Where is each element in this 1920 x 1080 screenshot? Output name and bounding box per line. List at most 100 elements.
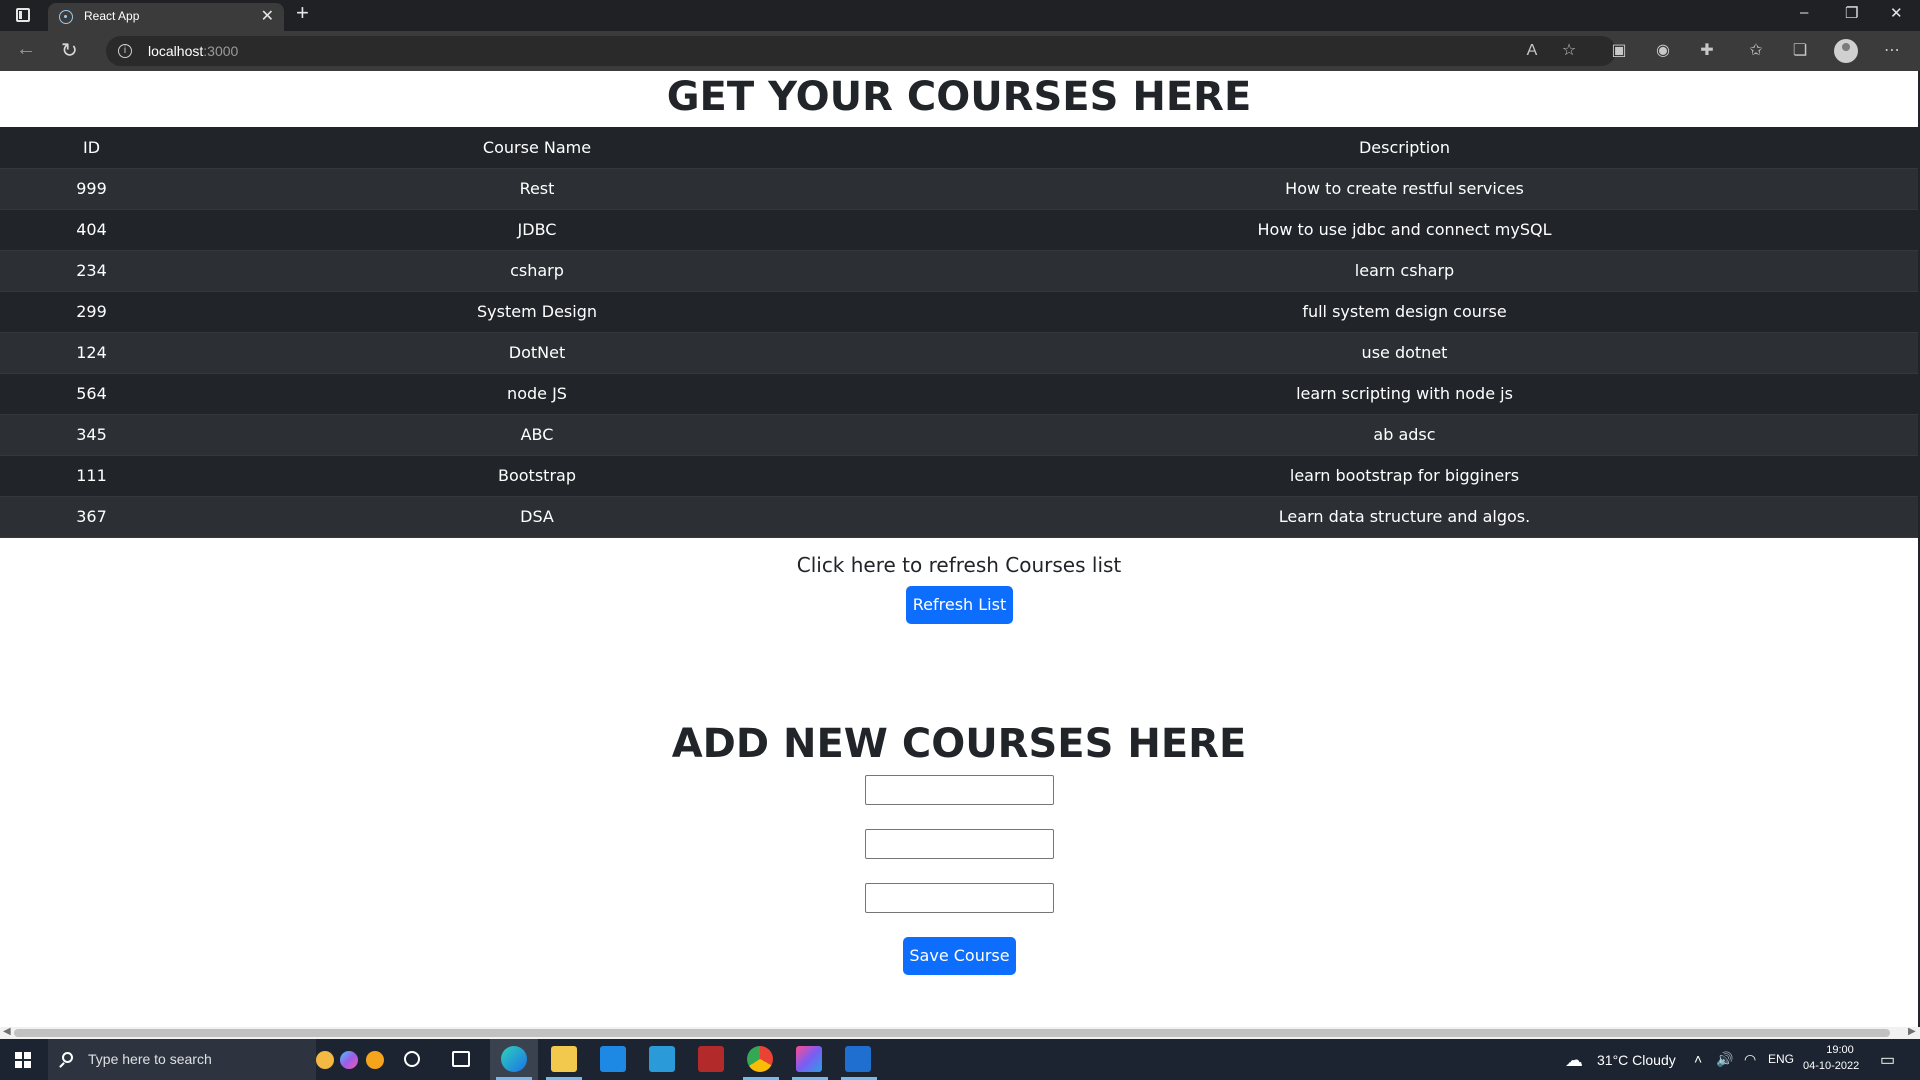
taskbar-search-box[interactable]: Type here to search <box>48 1039 316 1080</box>
search-highlight-globe-icon[interactable] <box>340 1051 358 1069</box>
cell-name: ABC <box>183 414 891 456</box>
cell-description: ab adsc <box>891 414 1918 456</box>
cell-name: csharp <box>183 250 891 292</box>
cell-id: 564 <box>0 373 183 415</box>
taskbar: Type here to search ☁ 31°C Cloudy ˄ 🔊 ◠ … <box>0 1039 1920 1080</box>
weather-text[interactable]: 31°C Cloudy <box>1597 1052 1676 1068</box>
cell-id: 345 <box>0 414 183 456</box>
browser-tab-strip: React App ✕ + – ❐ ✕ <box>0 0 1920 31</box>
back-icon[interactable]: ← <box>16 38 36 61</box>
cell-name: Bootstrap <box>183 455 891 497</box>
refresh-list-button[interactable]: Refresh List <box>906 586 1013 624</box>
cell-id: 234 <box>0 250 183 292</box>
profile-icon[interactable] <box>1834 39 1858 63</box>
read-aloud-icon[interactable]: A <box>1522 41 1542 61</box>
weather-cloud-icon[interactable]: ☁ <box>1565 1050 1583 1071</box>
scrollbar-thumb[interactable] <box>14 1029 1890 1037</box>
clock-date[interactable]: 04-10-2022 <box>1803 1060 1859 1072</box>
cell-description: use dotnet <box>891 332 1918 374</box>
cell-id: 404 <box>0 209 183 251</box>
edge-taskbar-icon[interactable] <box>501 1046 527 1072</box>
horizontal-scrollbar[interactable]: ◀ ▶ <box>0 1026 1920 1039</box>
cell-id: 124 <box>0 332 183 374</box>
save-course-button[interactable]: Save Course <box>903 937 1016 975</box>
cell-description: learn csharp <box>891 250 1918 292</box>
minimize-button[interactable]: – <box>1800 4 1808 21</box>
scroll-left-icon[interactable]: ◀ <box>3 1026 11 1037</box>
extension-icon[interactable]: ▣ <box>1609 41 1629 61</box>
collections-icon[interactable]: ❏ <box>1790 41 1810 61</box>
cell-description: How to create restful services <box>891 168 1918 210</box>
powershell-icon[interactable] <box>845 1046 871 1072</box>
table-header-row: ID Course Name Description <box>0 127 1918 169</box>
cell-name: Rest <box>183 168 891 210</box>
volume-icon[interactable]: 🔊 <box>1716 1051 1733 1068</box>
tab-close-icon[interactable]: ✕ <box>261 6 274 26</box>
puzzle-icon[interactable]: ✚ <box>1697 41 1717 61</box>
cell-description: learn bootstrap for bigginers <box>891 455 1918 497</box>
add-courses-title: ADD NEW COURSES HERE <box>671 721 1247 767</box>
language-indicator[interactable]: ENG <box>1768 1052 1794 1066</box>
mail-icon[interactable] <box>600 1046 626 1072</box>
cell-description: How to use jdbc and connect mySQL <box>891 209 1918 251</box>
add-favorite-icon[interactable]: ☆ <box>1559 41 1579 61</box>
intellij-icon[interactable] <box>796 1046 822 1072</box>
column-header-name: Course Name <box>183 127 891 169</box>
more-icon[interactable]: ⋯ <box>1882 41 1902 61</box>
table-row: 124 DotNet use dotnet <box>0 332 1918 374</box>
course-name-input[interactable] <box>865 829 1054 859</box>
wifi-icon[interactable]: ◠ <box>1744 1051 1756 1068</box>
favorites-icon[interactable]: ✩ <box>1746 41 1766 61</box>
cell-name: System Design <box>183 291 891 333</box>
cell-name: node JS <box>183 373 891 415</box>
cell-id: 299 <box>0 291 183 333</box>
browser-toolbar: ← ↻ i localhost:3000 A ☆ ▣ ◉ ✚ ✩ ❏ ⋯ <box>0 31 1920 71</box>
column-header-description: Description <box>891 127 1918 169</box>
notifications-icon[interactable]: ▭ <box>1880 1050 1895 1070</box>
table-row: 299 System Design full system design cours… <box>0 291 1918 333</box>
file-explorer-icon[interactable] <box>551 1046 577 1072</box>
close-window-button[interactable]: ✕ <box>1890 4 1903 22</box>
search-placeholder: Type here to search <box>88 1051 212 1067</box>
table-row: 367 DSA Learn data structure and algos. <box>0 496 1918 538</box>
url-text[interactable]: localhost:3000 <box>148 43 238 59</box>
chrome-icon[interactable] <box>747 1046 773 1072</box>
cell-name: JDBC <box>183 209 891 251</box>
scroll-right-icon[interactable]: ▶ <box>1908 1026 1916 1037</box>
page-content: GET YOUR COURSES HERE ID Course Name Des… <box>0 71 1920 1027</box>
screen: React App ✕ + – ❐ ✕ ← ↻ i localhost:3000… <box>0 0 1920 1080</box>
table-row: 345 ABC ab adsc <box>0 414 1918 456</box>
tab-actions-icon[interactable] <box>16 8 30 22</box>
search-highlight-icon[interactable] <box>316 1051 334 1069</box>
address-bar[interactable]: i localhost:3000 <box>106 36 1616 66</box>
cell-name: DotNet <box>183 332 891 374</box>
new-tab-button[interactable]: + <box>296 0 309 26</box>
course-id-input[interactable] <box>865 775 1054 805</box>
search-icon <box>62 1052 73 1063</box>
tray-chevron-icon[interactable]: ˄ <box>1694 1051 1702 1067</box>
github-icon[interactable]: ◉ <box>1653 41 1673 61</box>
restore-button[interactable]: ❐ <box>1845 4 1858 22</box>
table-row: 111 Bootstrap learn bootstrap for bigginer… <box>0 455 1918 497</box>
column-header-id: ID <box>0 127 183 169</box>
cell-name: DSA <box>183 496 891 538</box>
courses-table: ID Course Name Description 999 Rest How to… <box>0 127 1918 538</box>
page-title: GET YOUR COURSES HERE <box>666 74 1252 120</box>
course-description-input[interactable] <box>865 883 1054 913</box>
cortana-icon[interactable] <box>404 1051 420 1067</box>
store-icon[interactable] <box>649 1046 675 1072</box>
reload-icon[interactable]: ↻ <box>61 38 78 63</box>
cell-description: full system design course <box>891 291 1918 333</box>
browser-tab[interactable]: React App ✕ <box>48 3 284 31</box>
windows-start-icon[interactable] <box>15 1052 31 1068</box>
cell-id: 367 <box>0 496 183 538</box>
clock-time[interactable]: 19:00 <box>1818 1044 1862 1056</box>
react-favicon-icon <box>59 10 73 24</box>
mysql-workbench-icon[interactable] <box>698 1046 724 1072</box>
tab-title: React App <box>84 9 140 23</box>
site-info-icon[interactable]: i <box>118 44 132 58</box>
table-row: 404 JDBC How to use jdbc and connect mySQL <box>0 209 1918 251</box>
refresh-instructions: Click here to refresh Courses list <box>796 553 1122 577</box>
search-highlight-sun-icon[interactable] <box>366 1051 384 1069</box>
task-view-icon[interactable] <box>452 1051 470 1067</box>
